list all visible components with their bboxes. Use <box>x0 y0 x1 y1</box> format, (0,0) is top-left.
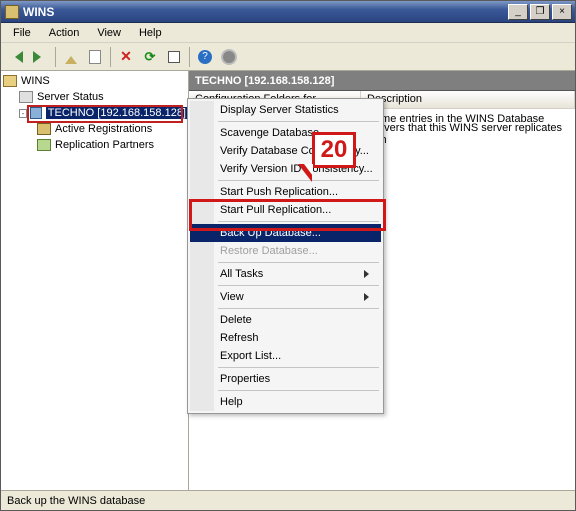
toolbar-sep <box>55 47 56 67</box>
properties-button[interactable] <box>84 46 106 68</box>
close-button[interactable]: × <box>552 4 572 20</box>
up-button[interactable] <box>60 46 82 68</box>
context-menu-item-display-server-statistics[interactable]: Display Server Statistics <box>190 101 381 119</box>
restore-button[interactable]: ❐ <box>530 4 550 20</box>
tree-server[interactable]: - TECHNO [192.168.158.128] <box>1 105 188 121</box>
tree-replication-partners[interactable]: Replication Partners <box>1 137 188 153</box>
arrow-right-icon <box>33 51 47 63</box>
refresh-button[interactable]: ⟳ <box>139 46 161 68</box>
panel-header: TECHNO [192.168.158.128] <box>189 71 575 91</box>
document-icon <box>89 50 101 64</box>
context-menu-separator <box>218 285 379 286</box>
delete-icon: ✕ <box>120 48 132 65</box>
tree-label: WINS <box>21 75 50 87</box>
registrations-icon <box>37 123 51 135</box>
minimize-button[interactable]: _ <box>508 4 528 20</box>
menu-file[interactable]: File <box>5 25 39 41</box>
window-buttons: _ ❐ × <box>508 4 575 20</box>
export-button[interactable] <box>163 46 185 68</box>
context-menu-separator <box>218 367 379 368</box>
delete-button[interactable]: ✕ <box>115 46 137 68</box>
cell-desc: Servers that this WINS server replicates… <box>367 122 562 146</box>
tree-panel: WINS Server Status - TECHNO [192.168.158… <box>1 71 189 490</box>
app-icon <box>5 5 19 19</box>
status-text: Back up the WINS database <box>7 495 145 507</box>
context-menu: Display Server Statistics Scavenge Databa… <box>187 98 384 414</box>
menu-view[interactable]: View <box>89 25 129 41</box>
menubar: File Action View Help <box>1 23 575 43</box>
context-menu-item-back-up-database[interactable]: Back Up Database... <box>190 224 381 242</box>
toolbar: ✕ ⟳ ? <box>1 43 575 71</box>
help-icon: ? <box>198 50 212 64</box>
tree-active-registrations[interactable]: Active Registrations <box>1 121 188 137</box>
context-menu-item-start-pull-replication[interactable]: Start Pull Replication... <box>190 201 381 219</box>
options-button[interactable] <box>218 46 240 68</box>
titlebar: WINS _ ❐ × <box>1 1 575 23</box>
tree-root[interactable]: WINS <box>1 73 188 89</box>
context-menu-separator <box>218 180 379 181</box>
context-menu-item-all-tasks[interactable]: All Tasks <box>190 265 381 283</box>
refresh-icon: ⟳ <box>145 49 156 65</box>
context-menu-item-restore-database: Restore Database... <box>190 242 381 260</box>
tree-label: Server Status <box>37 91 104 103</box>
tree-collapse-icon[interactable]: - <box>19 109 27 118</box>
toolbar-sep <box>110 47 111 67</box>
context-menu-item-help[interactable]: Help <box>190 393 381 411</box>
statusbar: Back up the WINS database <box>1 490 575 510</box>
context-menu-separator <box>218 221 379 222</box>
wins-icon <box>3 75 17 87</box>
replication-icon <box>37 139 51 151</box>
arrow-up-icon <box>65 50 77 64</box>
panel-title: TECHNO [192.168.158.128] <box>195 75 334 87</box>
tree-server-status[interactable]: Server Status <box>1 89 188 105</box>
tree-label: Active Registrations <box>55 123 152 135</box>
column-header-desc[interactable]: Description <box>361 91 575 108</box>
forward-button[interactable] <box>29 46 51 68</box>
arrow-left-icon <box>9 51 23 63</box>
export-icon <box>168 51 180 63</box>
tree-label: Replication Partners <box>55 139 154 151</box>
context-menu-item-delete[interactable]: Delete <box>190 311 381 329</box>
context-menu-item-refresh[interactable]: Refresh <box>190 329 381 347</box>
status-icon <box>19 91 33 103</box>
context-menu-item-properties[interactable]: Properties <box>190 370 381 388</box>
window-title: WINS <box>23 5 508 19</box>
context-menu-separator <box>218 390 379 391</box>
context-menu-item-start-push-replication[interactable]: Start Push Replication... <box>190 183 381 201</box>
context-menu-separator <box>218 262 379 263</box>
back-button[interactable] <box>5 46 27 68</box>
gear-icon <box>223 51 235 63</box>
menu-action[interactable]: Action <box>41 25 88 41</box>
context-menu-item-scavenge-database[interactable]: Scavenge Database <box>190 124 381 142</box>
context-menu-item-export-list[interactable]: Export List... <box>190 347 381 365</box>
context-menu-separator <box>218 121 379 122</box>
help-button[interactable]: ? <box>194 46 216 68</box>
menu-help[interactable]: Help <box>131 25 170 41</box>
context-menu-item-verify-version-id-consistency[interactable]: Verify Version ID Consistency... <box>190 160 381 178</box>
context-menu-item-view[interactable]: View <box>190 288 381 306</box>
context-menu-separator <box>218 308 379 309</box>
toolbar-sep <box>189 47 190 67</box>
context-menu-item-verify-database-consistency[interactable]: Verify Database Consistency... <box>190 142 381 160</box>
tree-label-selected: TECHNO [192.168.158.128] <box>46 107 188 119</box>
server-icon <box>30 107 42 119</box>
